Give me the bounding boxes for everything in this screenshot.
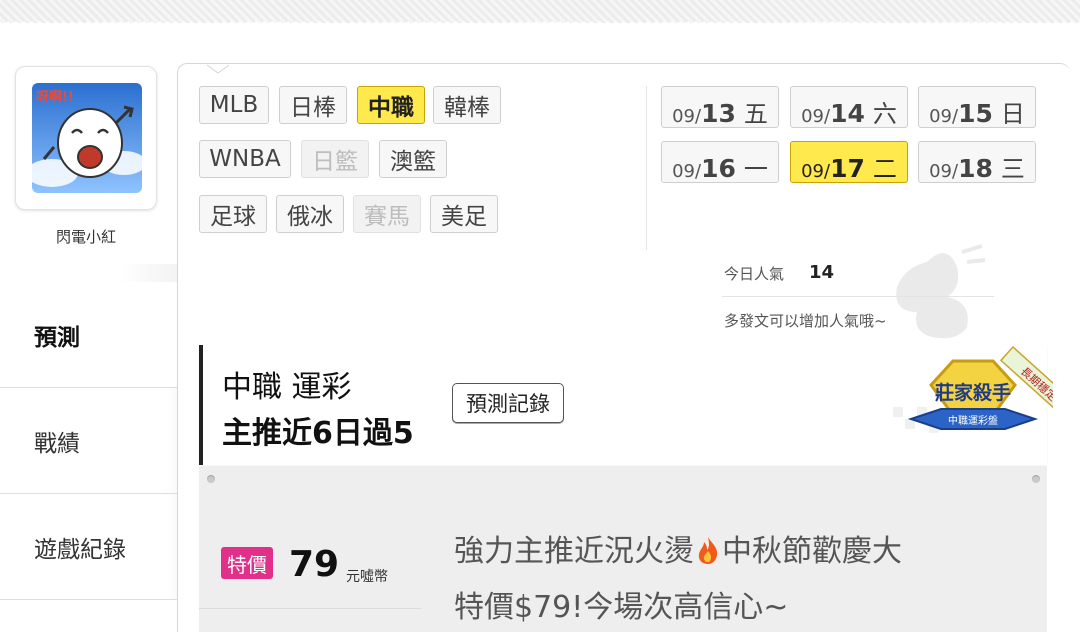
card-title: 中職 運彩 — [222, 370, 352, 405]
date-chip-0918[interactable]: 09/18 三 — [918, 141, 1036, 183]
date-day: 17 — [830, 154, 865, 183]
league-chip-jbasketball: 日籃 — [301, 140, 369, 178]
date-weekday: 日 — [1000, 100, 1025, 128]
badge-subtitle: 中職運彩盤 — [948, 414, 998, 427]
league-chip-horse-racing: 賽馬 — [353, 195, 421, 233]
league-chip-npb[interactable]: 日棒 — [279, 86, 347, 124]
popularity-label: 今日人氣 — [724, 265, 785, 283]
promo-text-line1: 強力主推近況火燙 中秋節歡慶大 — [454, 526, 902, 570]
date-chip-0915[interactable]: 09/15 日 — [918, 86, 1036, 128]
top-decorative-strip — [0, 0, 1080, 28]
league-chip-wnba[interactable]: WNBA — [199, 140, 291, 178]
avatar-text: 呀啊!! — [36, 90, 74, 105]
date-weekday: 五 — [743, 100, 768, 128]
sidebar-item-prediction[interactable]: 預測 — [0, 264, 178, 388]
price-value: 79 — [289, 544, 340, 585]
divider — [199, 608, 421, 609]
date-month: 09/ — [929, 106, 959, 127]
date-weekday: 二 — [872, 155, 897, 183]
popularity-value: 14 — [809, 262, 835, 283]
date-chip-0914[interactable]: 09/14 六 — [790, 86, 908, 128]
date-day: 13 — [701, 99, 736, 128]
sidebar-item-record[interactable]: 戰績 — [0, 388, 178, 494]
sidebar-item-game-log[interactable]: 遊戲紀錄 — [0, 494, 178, 600]
decor-dot — [1032, 475, 1040, 483]
date-weekday: 一 — [743, 155, 768, 183]
flame-icon — [698, 537, 718, 564]
date-weekday: 六 — [872, 100, 897, 128]
date-day: 15 — [958, 99, 993, 128]
decor-dot — [207, 475, 215, 483]
league-chip-hockey[interactable]: 俄冰 — [276, 195, 344, 233]
award-badge-icon: 莊家殺手 中職運彩盤 長期穩定 — [893, 345, 1053, 433]
sidebar-item-label: 戰績 — [34, 430, 80, 457]
divider — [722, 296, 994, 297]
popularity-watermark-icon — [896, 244, 986, 339]
date-day: 18 — [958, 154, 993, 183]
avatar-card[interactable]: 呀啊!! — [15, 66, 157, 210]
league-chip-kbo[interactable]: 韓棒 — [433, 86, 501, 124]
league-chip-football[interactable]: 美足 — [430, 195, 498, 233]
card-subtitle: 主推近6日過5 — [222, 416, 414, 451]
league-chip-cpbl[interactable]: 中職 — [357, 86, 425, 124]
league-chip-soccer[interactable]: 足球 — [199, 195, 267, 233]
sidebar-item-label: 遊戲紀錄 — [34, 536, 126, 563]
date-weekday: 三 — [1000, 155, 1025, 183]
badge-title: 莊家殺手 — [935, 381, 1011, 404]
divider — [646, 86, 647, 250]
price-unit: 元噓幣 — [346, 569, 388, 585]
promo-text: 中秋節歡慶大 — [722, 534, 902, 569]
date-month: 09/ — [672, 161, 702, 182]
date-month: 09/ — [672, 106, 702, 127]
sidebar-item-label: 預測 — [34, 324, 80, 351]
panel-notch — [207, 64, 229, 74]
date-chip-0913[interactable]: 09/13 五 — [661, 86, 779, 128]
date-month: 09/ — [801, 106, 831, 127]
sidebar-nav: 預測 戰績 遊戲紀錄 — [0, 264, 178, 600]
promo-text-line2: 特價$79!今場次高信心~ — [454, 590, 789, 625]
avatar: 呀啊!! — [32, 83, 142, 193]
date-chip-0917[interactable]: 09/17 二 — [790, 141, 908, 183]
date-day: 16 — [701, 154, 736, 183]
date-month: 09/ — [801, 161, 831, 182]
popularity-hint: 多發文可以增加人氣哦~ — [724, 312, 887, 330]
special-price-tag: 特價 — [221, 547, 273, 579]
date-chip-0916[interactable]: 09/16 一 — [661, 141, 779, 183]
promo-text: 強力主推近況火燙 — [454, 534, 694, 569]
date-day: 14 — [830, 99, 865, 128]
user-name: 閃電小紅 — [55, 228, 116, 246]
prediction-record-button[interactable]: 預測記錄 — [452, 383, 564, 423]
league-chip-mlb[interactable]: MLB — [199, 86, 269, 124]
league-chip-nbl[interactable]: 澳籃 — [379, 140, 447, 178]
date-month: 09/ — [929, 161, 959, 182]
